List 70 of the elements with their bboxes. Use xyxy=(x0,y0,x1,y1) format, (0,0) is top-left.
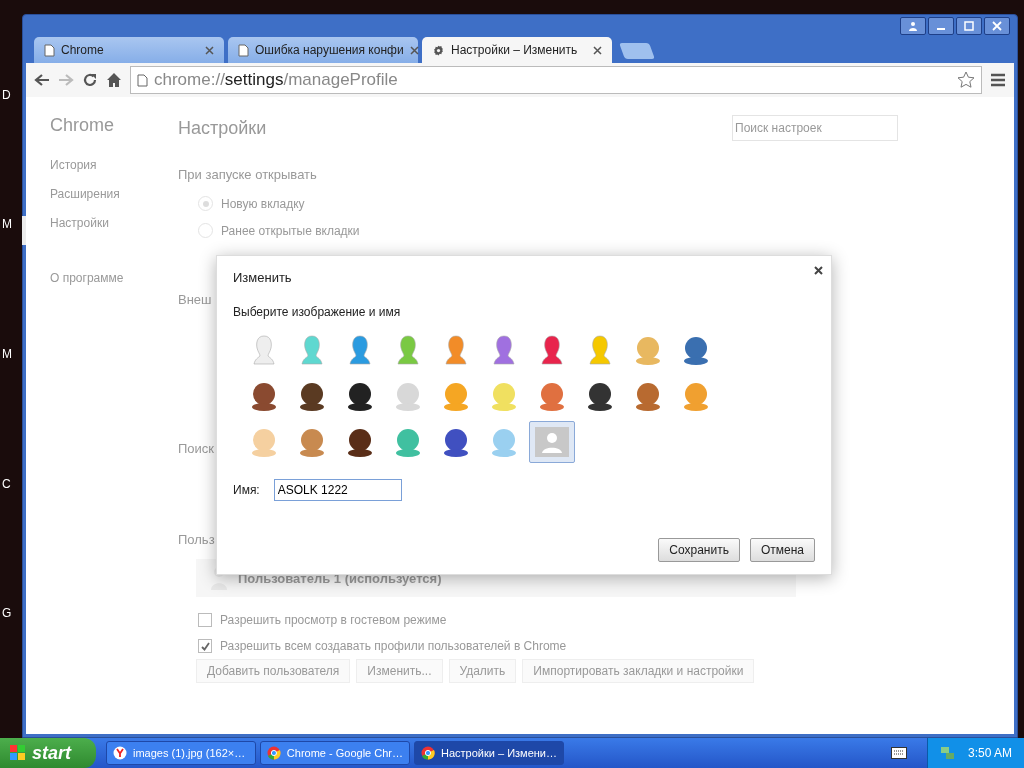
search-field[interactable]: Поиск настроек xyxy=(732,115,898,141)
radio-label: Ранее открытые вкладки xyxy=(221,223,360,238)
chrome-icon xyxy=(267,746,281,760)
page-icon xyxy=(137,73,148,87)
dialog-subtitle: Выберите изображение и имя xyxy=(233,305,402,319)
keyboard-icon[interactable] xyxy=(890,747,907,759)
star-icon[interactable] xyxy=(957,71,975,89)
desktop-icon-label: M xyxy=(1,347,13,361)
maximize-icon xyxy=(964,21,974,31)
sidebar-item[interactable]: История xyxy=(22,158,178,187)
desktop-icon-label: C xyxy=(1,476,12,491)
close-icon xyxy=(992,21,1002,31)
checkbox[interactable] xyxy=(198,613,212,627)
minimize-button[interactable] xyxy=(928,17,954,35)
menu-icon[interactable] xyxy=(990,73,1006,87)
taskbar-item[interactable]: Chrome - Google Chr… xyxy=(260,741,410,765)
sidebar-item[interactable]: Настройки xyxy=(22,216,178,245)
windows-logo-icon xyxy=(10,745,26,761)
profile-button[interactable] xyxy=(900,17,926,35)
back-arrow-icon[interactable] xyxy=(34,73,50,87)
address-bar[interactable]: chrome://settings/manageProfile xyxy=(130,66,982,94)
cancel-button[interactable]: Отмена xyxy=(749,538,815,562)
section-heading: Польз xyxy=(178,532,215,547)
section-heading: При запуске открывать xyxy=(178,167,317,182)
checkmark-icon xyxy=(200,641,210,651)
close-button[interactable] xyxy=(984,17,1010,35)
checkbox-label: Разрешить просмотр в гостевом режиме xyxy=(220,613,447,627)
person-icon xyxy=(908,21,918,31)
page-icon xyxy=(44,43,55,57)
maximize-button[interactable] xyxy=(956,17,982,35)
checkbox[interactable] xyxy=(198,639,212,653)
new-tab-button[interactable] xyxy=(619,43,655,59)
name-label: Имя: xyxy=(233,483,260,497)
page-icon xyxy=(238,43,249,57)
radio-label: Новую вкладку xyxy=(221,196,305,211)
reload-icon[interactable] xyxy=(82,72,98,88)
start-button[interactable]: start xyxy=(0,738,96,768)
y-logo-icon xyxy=(113,746,127,760)
profile-action-button[interactable]: Импортировать закладки и настройки xyxy=(522,659,755,683)
sidebar-item[interactable]: О программе xyxy=(22,271,178,300)
profile-action-button[interactable]: Изменить... xyxy=(356,659,443,683)
close-icon[interactable] xyxy=(593,45,602,55)
gear-icon xyxy=(432,43,445,57)
clock: 3:50 AM xyxy=(967,746,1012,760)
taskbar-item[interactable]: images (1).jpg (162×… xyxy=(106,741,256,765)
desktop-icon-label: D xyxy=(1,87,12,102)
browser-tab[interactable]: Ошибка нарушения конфи xyxy=(228,37,418,63)
taskbar-item[interactable]: Настройки – Измени… xyxy=(414,741,564,765)
minimize-icon xyxy=(937,28,945,30)
sidebar-item[interactable]: Расширения xyxy=(22,187,178,216)
save-button[interactable]: Сохранить xyxy=(658,538,740,562)
name-input[interactable]: ASOLK 1222 xyxy=(273,479,402,501)
section-heading: Поиск xyxy=(178,441,215,456)
browser-tab[interactable]: Chrome xyxy=(34,37,224,63)
close-icon xyxy=(814,266,823,275)
profile-action-button[interactable]: Добавить пользователя xyxy=(196,659,351,683)
page-title: Настройки xyxy=(178,117,267,139)
desktop-icon-label: M xyxy=(1,217,13,232)
sidebar-title: Chrome xyxy=(50,115,116,136)
checkbox-label: Разрешить всем создавать профили пользователей в Chrome xyxy=(220,639,567,653)
browser-tab[interactable]: Настройки – Изменить xyxy=(422,37,612,63)
chrome-icon xyxy=(421,746,435,760)
section-heading: Внеш xyxy=(178,292,212,307)
home-icon[interactable] xyxy=(106,72,122,88)
desktop-icon-label: G xyxy=(1,606,13,621)
url-text: chrome://settings/manageProfile xyxy=(154,70,398,90)
dialog-title: Изменить xyxy=(233,270,293,285)
profile-action-button[interactable]: Удалить xyxy=(448,659,517,683)
close-icon[interactable] xyxy=(409,45,419,55)
close-icon[interactable] xyxy=(205,45,214,55)
